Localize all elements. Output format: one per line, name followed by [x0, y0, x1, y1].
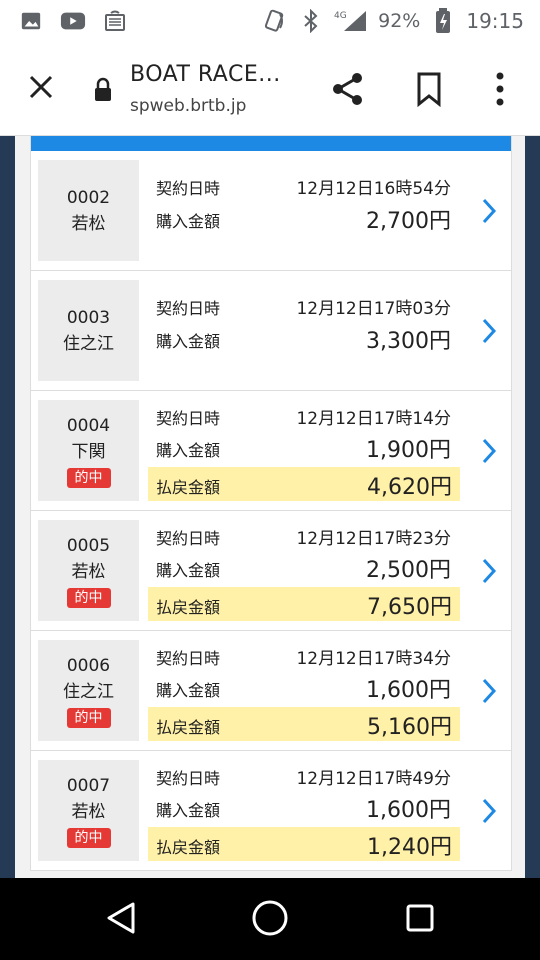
ticket-id-box: 0004 下関 的中 — [38, 400, 139, 501]
list-header-bar — [31, 136, 511, 151]
page-url[interactable]: spweb.brtb.jp — [130, 96, 246, 116]
status-bar: 4G 92% 19:15 — [0, 0, 540, 44]
ticket-number: 0003 — [66, 307, 111, 328]
purchase-amount-value: 1,600円 — [366, 678, 451, 703]
share-icon[interactable] — [329, 70, 367, 108]
contract-time-label: 契約日時 — [156, 409, 221, 428]
ticket-number: 0004 — [66, 416, 111, 436]
system-navigation-bar — [0, 878, 540, 960]
signal-icon: 4G — [334, 8, 368, 34]
purchase-amount-value: 2,700円 — [366, 209, 451, 234]
ticket-id-box: 0003 住之江 — [38, 280, 139, 381]
home-icon[interactable] — [250, 898, 290, 938]
modal-panel: 0002 若松 契約日時 12月12日16時54分 購入金額 2,700円 00… — [15, 136, 525, 878]
ticket-id-box: 0002 若松 — [38, 160, 139, 261]
image-icon — [18, 8, 44, 34]
purchase-amount-value: 1,600円 — [366, 798, 451, 823]
ticket-number: 0002 — [66, 187, 111, 208]
more-vert-icon[interactable] — [488, 70, 512, 108]
contract-time-label: 契約日時 — [156, 529, 221, 548]
recent-apps-icon[interactable] — [404, 902, 436, 934]
list-item[interactable]: 0002 若松 契約日時 12月12日16時54分 購入金額 2,700円 — [31, 151, 511, 271]
contract-time-label: 契約日時 — [156, 179, 221, 198]
ticket-id-box: 0005 若松 的中 — [38, 520, 139, 621]
page-background-right — [525, 136, 540, 878]
purchase-amount-value: 1,900円 — [366, 438, 451, 463]
list-item[interactable]: 0003 住之江 契約日時 12月12日17時03分 購入金額 3,300円 — [31, 271, 511, 391]
chevron-right-icon[interactable] — [481, 197, 497, 225]
venue-name: 若松 — [71, 802, 106, 822]
purchase-list: 0002 若松 契約日時 12月12日16時54分 購入金額 2,700円 00… — [30, 136, 512, 871]
payout-amount-value: 1,240円 — [367, 835, 452, 860]
venue-name: 下関 — [71, 442, 106, 462]
contract-time-label: 契約日時 — [156, 649, 221, 668]
purchase-amount-value: 2,500円 — [366, 558, 451, 583]
payout-amount-value: 4,620円 — [367, 475, 452, 500]
contract-time-label: 契約日時 — [156, 299, 221, 318]
venue-name: 住之江 — [63, 682, 114, 702]
purchase-amount-label: 購入金額 — [156, 332, 221, 351]
list-item[interactable]: 0006 住之江 的中 契約日時 12月12日17時34分 購入金額 1,600… — [31, 631, 511, 751]
purchase-amount-label: 購入金額 — [156, 212, 221, 231]
contract-time-value: 12月12日17時34分 — [296, 649, 451, 669]
bookmark-icon[interactable] — [410, 70, 448, 108]
payout-amount-label: 払戻金額 — [156, 838, 221, 857]
ticket-number: 0006 — [66, 656, 111, 676]
hit-badge: 的中 — [66, 708, 111, 728]
battery-charging-icon — [430, 8, 456, 34]
clock: 19:15 — [466, 9, 524, 33]
battery-percent: 92% — [378, 10, 421, 32]
hit-badge: 的中 — [66, 468, 111, 488]
contract-time-value: 12月12日17時03分 — [296, 299, 451, 319]
contract-time-value: 12月12日17時49分 — [296, 769, 451, 789]
payout-amount-label: 払戻金額 — [156, 598, 221, 617]
payout-amount-value: 7,650円 — [367, 595, 452, 620]
purchase-amount-label: 購入金額 — [156, 441, 221, 460]
contract-time-value: 12月12日17時14分 — [296, 409, 451, 429]
contract-time-value: 12月12日17時23分 — [296, 529, 451, 549]
contract-time-value: 12月12日16時54分 — [296, 179, 451, 199]
hit-badge: 的中 — [66, 828, 111, 848]
svg-text:4G: 4G — [334, 11, 347, 21]
purchase-amount-label: 購入金額 — [156, 681, 221, 700]
chevron-right-icon[interactable] — [481, 797, 497, 825]
payout-row: 払戻金額 7,650円 — [148, 587, 460, 621]
chevron-right-icon[interactable] — [481, 437, 497, 465]
purchase-amount-value: 3,300円 — [366, 329, 451, 354]
chevron-right-icon[interactable] — [481, 677, 497, 705]
list-item[interactable]: 0007 若松 的中 契約日時 12月12日17時49分 購入金額 1,600円… — [31, 751, 511, 871]
payout-row: 払戻金額 1,240円 — [148, 827, 460, 861]
venue-name: 住之江 — [63, 333, 114, 354]
page-background-left — [0, 136, 15, 878]
list-item[interactable]: 0004 下関 的中 契約日時 12月12日17時14分 購入金額 1,900円… — [31, 391, 511, 511]
payout-amount-label: 払戻金額 — [156, 718, 221, 737]
list-item[interactable]: 0005 若松 的中 契約日時 12月12日17時23分 購入金額 2,500円… — [31, 511, 511, 631]
hit-badge: 的中 — [66, 588, 111, 608]
purchase-amount-label: 購入金額 — [156, 561, 221, 580]
chevron-right-icon[interactable] — [481, 317, 497, 345]
bluetooth-icon — [298, 8, 324, 34]
chevron-right-icon[interactable] — [481, 557, 497, 585]
payout-amount-label: 払戻金額 — [156, 478, 221, 497]
ticket-number: 0007 — [66, 776, 111, 796]
ticket-id-box: 0007 若松 的中 — [38, 760, 139, 861]
back-icon[interactable] — [103, 900, 139, 936]
venue-name: 若松 — [71, 562, 106, 582]
ticket-id-box: 0006 住之江 的中 — [38, 640, 139, 741]
page-title[interactable]: BOAT RACE... — [130, 62, 281, 87]
venue-name: 若松 — [71, 213, 106, 234]
ticket-number: 0005 — [66, 536, 111, 556]
cast-icon — [102, 8, 128, 34]
payout-row: 払戻金額 5,160円 — [148, 707, 460, 741]
close-icon[interactable] — [24, 70, 58, 104]
web-content: 0002 若松 契約日時 12月12日16時54分 購入金額 2,700円 00… — [0, 136, 540, 878]
youtube-icon — [60, 8, 86, 34]
nfc-icon — [262, 8, 288, 34]
browser-toolbar: BOAT RACE... spweb.brtb.jp — [0, 44, 540, 136]
purchase-amount-label: 購入金額 — [156, 801, 221, 820]
lock-icon — [92, 77, 114, 103]
payout-row: 払戻金額 4,620円 — [148, 467, 460, 501]
payout-amount-value: 5,160円 — [367, 715, 452, 740]
contract-time-label: 契約日時 — [156, 769, 221, 788]
